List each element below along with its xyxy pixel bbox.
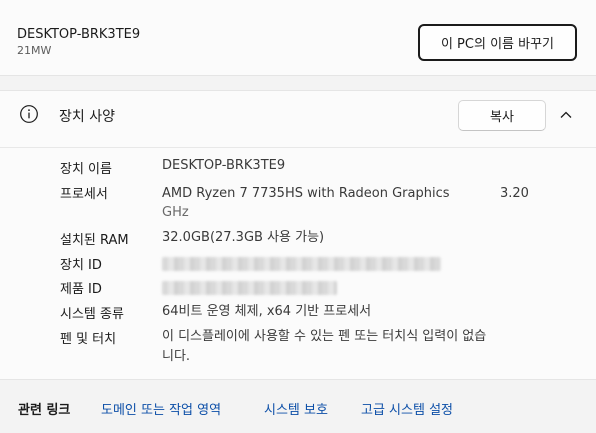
spec-value: AMD Ryzen 7 7735HS with Radeon Graphics [162, 186, 450, 201]
redacted-device-id [162, 256, 441, 271]
link-advanced-system-settings[interactable]: 고급 시스템 설정 [361, 399, 453, 418]
spec-label: 설치된 RAM [60, 233, 129, 248]
spec-value-extra: 3.20 [500, 186, 529, 201]
spec-value: 64비트 운영 체제, x64 기반 프로세서 [162, 304, 372, 319]
redacted-product-id [162, 280, 337, 295]
device-specs-title: 장치 사양 [59, 109, 115, 125]
spec-label: 시스템 종류 [60, 307, 124, 322]
spec-value-line2: 니다. [162, 349, 191, 364]
related-links-title: 관련 링크 [18, 403, 71, 418]
info-circle-icon [20, 105, 38, 123]
rename-pc-button[interactable]: 이 PC의 이름 바꾸기 [418, 24, 577, 61]
spec-label: 펜 및 터치 [60, 332, 117, 347]
device-specs-header[interactable]: 장치 사양 복사 [0, 91, 596, 148]
spec-value: 32.0GB(27.3GB 사용 가능) [162, 230, 325, 245]
spec-label: 장치 ID [60, 258, 102, 273]
device-model: 21MW [17, 44, 52, 57]
device-name-card: DESKTOP-BRK3TE9 21MW 이 PC의 이름 바꾸기 [0, 0, 596, 76]
spec-value: DESKTOP-BRK3TE9 [162, 158, 286, 173]
spec-label: 프로세서 [60, 187, 108, 202]
device-name: DESKTOP-BRK3TE9 [17, 27, 141, 42]
spec-label: 제품 ID [60, 282, 102, 297]
spec-value: 이 디스플레이에 사용할 수 있는 펜 또는 터치식 입력이 없습 [162, 329, 487, 344]
spec-value-redacted [162, 254, 552, 274]
device-specs-card: 장치 사양 복사 장치 이름 DESKTOP-BRK3TE9 프로세서 AMD … [0, 90, 596, 380]
chevron-up-icon[interactable] [558, 107, 574, 123]
copy-button[interactable]: 복사 [458, 100, 546, 131]
link-system-protection[interactable]: 시스템 보호 [264, 399, 328, 418]
link-domain-workgroup[interactable]: 도메인 또는 작업 영역 [101, 399, 221, 418]
spec-label: 장치 이름 [60, 162, 112, 177]
related-links-bar: 관련 링크 도메인 또는 작업 영역 시스템 보호 고급 시스템 설정 [0, 380, 596, 433]
spec-value-line2: GHz [162, 205, 189, 220]
spec-value-redacted [162, 278, 552, 298]
